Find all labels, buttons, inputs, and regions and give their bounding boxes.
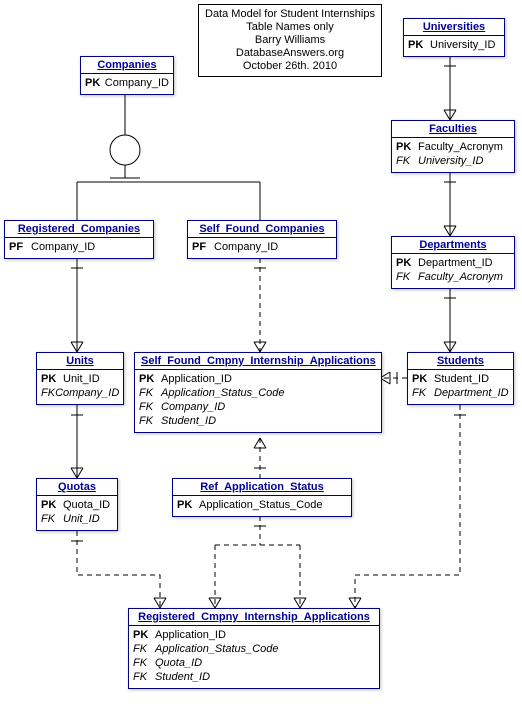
entity-key-row: PKUniversity_ID: [408, 38, 500, 52]
entity-key-row: FKDepartment_ID: [412, 386, 509, 400]
key-type: FK: [41, 512, 63, 526]
entity-key-row: PFCompany_ID: [9, 240, 149, 254]
key-name: Department_ID: [434, 386, 509, 400]
key-name: Student_ID: [155, 670, 210, 684]
entity-header: Faculties: [392, 121, 514, 138]
entity-header: Ref_Application_Status: [173, 479, 351, 496]
title-line: Table Names only: [205, 21, 375, 34]
entity-key-row: PKQuota_ID: [41, 498, 113, 512]
key-type: PK: [85, 76, 105, 90]
key-type: PK: [177, 498, 199, 512]
entity-key-row: PKCompany_ID: [85, 76, 169, 90]
key-name: Quota_ID: [63, 498, 110, 512]
key-name: Company_ID: [214, 240, 278, 254]
key-type: FK: [139, 386, 161, 400]
entity-quotas: Quotas PKQuota_IDFKUnit_ID: [36, 478, 118, 531]
key-name: Company_ID: [31, 240, 95, 254]
key-name: Unit_ID: [63, 372, 100, 386]
entity-universities: Universities PKUniversity_ID: [403, 18, 505, 57]
entity-header: Self_Found_Cmpny_Internship_Applications: [135, 353, 381, 370]
entity-header: Quotas: [37, 479, 117, 496]
key-type: PK: [133, 628, 155, 642]
key-type: FK: [133, 670, 155, 684]
entity-key-row: FKFaculty_Acronym: [396, 270, 510, 284]
key-type: FK: [139, 400, 161, 414]
entity-header: Self_Found_Companies: [188, 221, 336, 238]
title-line: Data Model for Student Internships: [205, 8, 375, 21]
key-name: Application_Status_Code: [199, 498, 323, 512]
entity-key-row: PKApplication_ID: [139, 372, 377, 386]
entity-key-row: FKApplication_Status_Code: [139, 386, 377, 400]
entity-students: Students PKStudent_IDFKDepartment_ID: [407, 352, 514, 405]
key-name: Application_Status_Code: [155, 642, 279, 656]
key-type: PK: [408, 38, 430, 52]
key-type: FK: [41, 386, 55, 400]
key-type: PK: [396, 140, 418, 154]
key-type: FK: [412, 386, 434, 400]
entity-key-row: PFCompany_ID: [192, 240, 332, 254]
entity-key-row: PKDepartment_ID: [396, 256, 510, 270]
key-name: Faculty_Acronym: [418, 140, 503, 154]
entity-key-row: FKStudent_ID: [139, 414, 377, 428]
key-name: Company_ID: [161, 400, 225, 414]
key-type: PK: [412, 372, 434, 386]
key-type: FK: [139, 414, 161, 428]
entity-key-row: FKQuota_ID: [133, 656, 375, 670]
key-name: Application_Status_Code: [161, 386, 285, 400]
entity-header: Students: [408, 353, 513, 370]
key-name: Application_ID: [161, 372, 232, 386]
key-type: PF: [9, 240, 31, 254]
entity-departments: Departments PKDepartment_IDFKFaculty_Acr…: [391, 236, 515, 289]
entity-header: Companies: [81, 57, 173, 74]
entity-registered-companies: Registered_Companies PFCompany_ID: [4, 220, 154, 259]
key-name: Student_ID: [434, 372, 489, 386]
key-type: FK: [133, 656, 155, 670]
entity-key-row: PKFaculty_Acronym: [396, 140, 510, 154]
key-name: Company_ID: [105, 76, 169, 90]
key-name: Faculty_Acronym: [418, 270, 503, 284]
key-type: PK: [396, 256, 418, 270]
key-type: PF: [192, 240, 214, 254]
entity-key-row: FKUnit_ID: [41, 512, 113, 526]
key-name: Company_ID: [55, 386, 119, 400]
entity-key-row: PKApplication_Status_Code: [177, 498, 347, 512]
key-type: PK: [41, 372, 63, 386]
key-name: Unit_ID: [63, 512, 100, 526]
entity-faculties: Faculties PKFaculty_AcronymFKUniversity_…: [391, 120, 515, 173]
key-name: Application_ID: [155, 628, 226, 642]
title-line: DatabaseAnswers.org: [205, 47, 375, 60]
entity-key-row: PKUnit_ID: [41, 372, 119, 386]
entity-key-row: PKStudent_ID: [412, 372, 509, 386]
entity-registered-apps: Registered_Cmpny_Internship_Applications…: [128, 608, 380, 689]
title-line: October 26th. 2010: [205, 60, 375, 73]
entity-header: Departments: [392, 237, 514, 254]
key-type: PK: [139, 372, 161, 386]
entity-key-row: FKCompany_ID: [139, 400, 377, 414]
key-name: Department_ID: [418, 256, 493, 270]
entity-key-row: PKApplication_ID: [133, 628, 375, 642]
key-type: FK: [396, 270, 418, 284]
entity-header: Units: [37, 353, 123, 370]
key-name: University_ID: [430, 38, 495, 52]
title-line: Barry Williams: [205, 34, 375, 47]
entity-header: Registered_Companies: [5, 221, 153, 238]
entity-companies: Companies PKCompany_ID: [80, 56, 174, 95]
key-type: FK: [133, 642, 155, 656]
entity-header: Universities: [404, 19, 504, 36]
entity-key-row: FKUniversity_ID: [396, 154, 510, 168]
entity-self-found-apps: Self_Found_Cmpny_Internship_Applications…: [134, 352, 382, 433]
entity-key-row: FKApplication_Status_Code: [133, 642, 375, 656]
diagram-title-box: Data Model for Student Internships Table…: [198, 4, 382, 77]
entity-ref-application-status: Ref_Application_Status PKApplication_Sta…: [172, 478, 352, 517]
key-type: PK: [41, 498, 63, 512]
entity-self-found-companies: Self_Found_Companies PFCompany_ID: [187, 220, 337, 259]
entity-key-row: FKStudent_ID: [133, 670, 375, 684]
key-name: Student_ID: [161, 414, 216, 428]
key-type: FK: [396, 154, 418, 168]
entity-header: Registered_Cmpny_Internship_Applications: [129, 609, 379, 626]
entity-units: Units PKUnit_IDFKCompany_ID: [36, 352, 124, 405]
key-name: University_ID: [418, 154, 483, 168]
key-name: Quota_ID: [155, 656, 202, 670]
entity-key-row: FKCompany_ID: [41, 386, 119, 400]
